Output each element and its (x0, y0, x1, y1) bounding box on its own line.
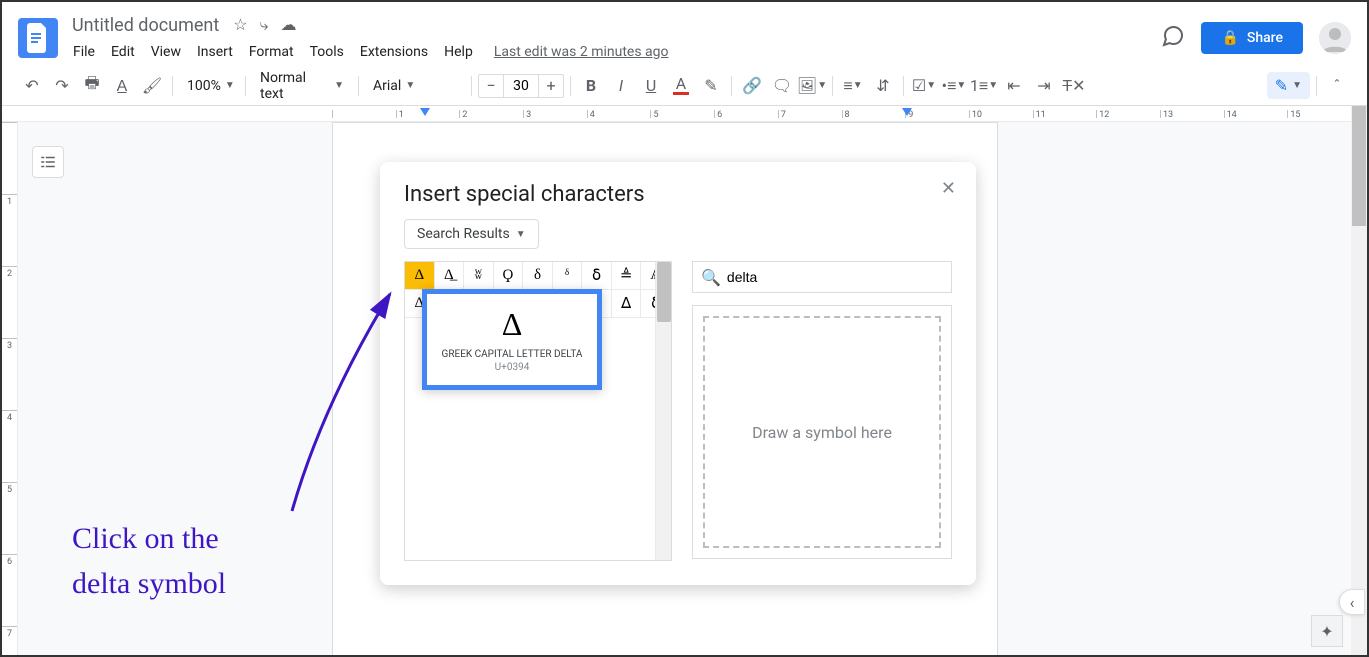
menu-tools[interactable]: Tools (303, 40, 351, 64)
line-spacing-button[interactable]: ⇵ (869, 72, 897, 100)
style-dropdown[interactable]: Normal text▼ (252, 72, 352, 100)
menu-insert[interactable]: Insert (190, 40, 240, 64)
tooltip-name: GREEK CAPITAL LETTER DELTA (435, 349, 589, 360)
document-title[interactable]: Untitled document (66, 13, 225, 38)
search-box: 🔍 (692, 261, 952, 293)
side-panel-toggle[interactable]: ‹ (1339, 589, 1365, 615)
tooltip-glyph: Δ (435, 306, 589, 343)
draw-box: Draw a symbol here (692, 305, 952, 559)
share-label: Share (1247, 30, 1283, 46)
bold-button[interactable]: B (577, 72, 605, 100)
dialog-title: Insert special characters (404, 182, 952, 207)
character-panel: ΔΔ̲ʬϘδᵟẟ≜ѦΔƍᐃẟ Δ GREEK CAPITAL LETTER DE… (404, 261, 672, 561)
menu-view[interactable]: View (144, 40, 188, 64)
decrease-indent-button[interactable]: ⇤ (1000, 72, 1028, 100)
menu-extensions[interactable]: Extensions (353, 40, 435, 64)
char-cell[interactable]: Ϙ (494, 262, 524, 290)
char-cell[interactable]: δ (523, 262, 553, 290)
star-icon[interactable]: ☆ (233, 15, 247, 35)
vertical-ruler[interactable]: 1234567 (2, 122, 18, 655)
hide-menus-button[interactable]: ˆ (1323, 72, 1351, 100)
undo-button[interactable]: ↶ (18, 72, 46, 100)
font-dropdown[interactable]: Arial▼ (365, 72, 465, 100)
highlight-button[interactable]: ✎ (697, 72, 725, 100)
font-size-minus[interactable]: − (479, 76, 503, 95)
docs-icon[interactable] (18, 18, 58, 58)
editing-mode-button[interactable]: ✎▼ (1267, 72, 1310, 99)
char-cell[interactable]: ≜ (612, 262, 642, 290)
special-characters-dialog: Insert special characters ✕ Search Resul… (380, 162, 976, 585)
draw-area[interactable]: Draw a symbol here (703, 316, 941, 548)
account-avatar[interactable] (1319, 22, 1351, 54)
header: Untitled document ☆ ⤷ ☁ File Edit View I… (2, 2, 1367, 66)
document-outline-button[interactable] (32, 146, 64, 178)
font-size-control: − 30 + (478, 74, 564, 98)
toolbar: ↶ ↷ 🖶 A̲ 🖌 100%▼ Normal text▼ Arial▼ − 3… (2, 66, 1367, 106)
explore-button[interactable]: ✦ (1311, 615, 1343, 647)
indent-marker-right[interactable] (902, 108, 912, 116)
annotation-text: Click on the delta symbol (72, 516, 226, 606)
font-size-plus[interactable]: + (539, 76, 563, 95)
add-comment-button[interactable]: 🗨 (768, 72, 796, 100)
redo-button[interactable]: ↷ (48, 72, 76, 100)
character-tooltip: Δ GREEK CAPITAL LETTER DELTA U+0394 (422, 289, 602, 390)
increase-indent-button[interactable]: ⇥ (1030, 72, 1058, 100)
canvas-area: 123456789101112131415 1234567 Insert spe… (2, 106, 1367, 655)
insert-link-button[interactable]: 🔗 (738, 72, 766, 100)
char-cell[interactable]: ᵟ (553, 262, 583, 290)
dialog-close-button[interactable]: ✕ (941, 178, 956, 199)
search-panel: 🔍 Draw a symbol here (692, 261, 952, 561)
comment-history-icon[interactable] (1161, 24, 1185, 52)
char-cell[interactable]: Δ (405, 262, 435, 290)
search-input[interactable] (727, 269, 943, 285)
menu-format[interactable]: Format (242, 40, 301, 64)
horizontal-ruler[interactable]: 123456789101112131415 (2, 106, 1351, 122)
align-button[interactable]: ≡▼ (839, 72, 867, 100)
italic-button[interactable]: I (607, 72, 635, 100)
menu-file[interactable]: File (66, 40, 102, 64)
char-cell[interactable]: ᐃ (612, 290, 642, 318)
spellcheck-button[interactable]: A̲ (108, 72, 136, 100)
title-area: Untitled document ☆ ⤷ ☁ File Edit View I… (66, 13, 1161, 64)
tooltip-code: U+0394 (435, 362, 589, 373)
indent-marker-left[interactable] (420, 108, 430, 116)
vertical-scrollbar[interactable] (1351, 106, 1367, 655)
text-color-button[interactable]: A (667, 72, 695, 100)
bulleted-list-button[interactable]: •≡▼ (940, 72, 968, 100)
clear-formatting-button[interactable]: T✕ (1060, 72, 1088, 100)
menu-edit[interactable]: Edit (104, 40, 142, 64)
print-button[interactable]: 🖶 (78, 72, 106, 100)
char-cell[interactable]: Δ̲ (435, 262, 465, 290)
lock-icon: 🔒 (1221, 30, 1238, 46)
category-dropdown[interactable]: Search Results▼ (404, 219, 539, 249)
paint-format-button[interactable]: 🖌 (138, 72, 166, 100)
cloud-icon[interactable]: ☁ (281, 15, 297, 35)
font-size-value[interactable]: 30 (503, 75, 539, 97)
char-scrollbar[interactable] (655, 262, 671, 560)
menu-bar: File Edit View Insert Format Tools Exten… (66, 40, 1161, 64)
numbered-list-button[interactable]: 1≡▼ (970, 72, 998, 100)
insert-image-button[interactable]: 🖼▼ (798, 72, 826, 100)
zoom-dropdown[interactable]: 100%▼ (179, 72, 239, 100)
char-cell[interactable]: ʬ (464, 262, 494, 290)
checklist-button[interactable]: ☑▼ (910, 72, 938, 100)
underline-button[interactable]: U (637, 72, 665, 100)
menu-help[interactable]: Help (437, 40, 480, 64)
char-cell[interactable]: ẟ (582, 262, 612, 290)
share-button[interactable]: 🔒 Share (1201, 22, 1303, 54)
last-edit-link[interactable]: Last edit was 2 minutes ago (494, 44, 669, 60)
move-icon[interactable]: ⤷ (260, 15, 269, 35)
search-icon: 🔍 (701, 268, 721, 287)
